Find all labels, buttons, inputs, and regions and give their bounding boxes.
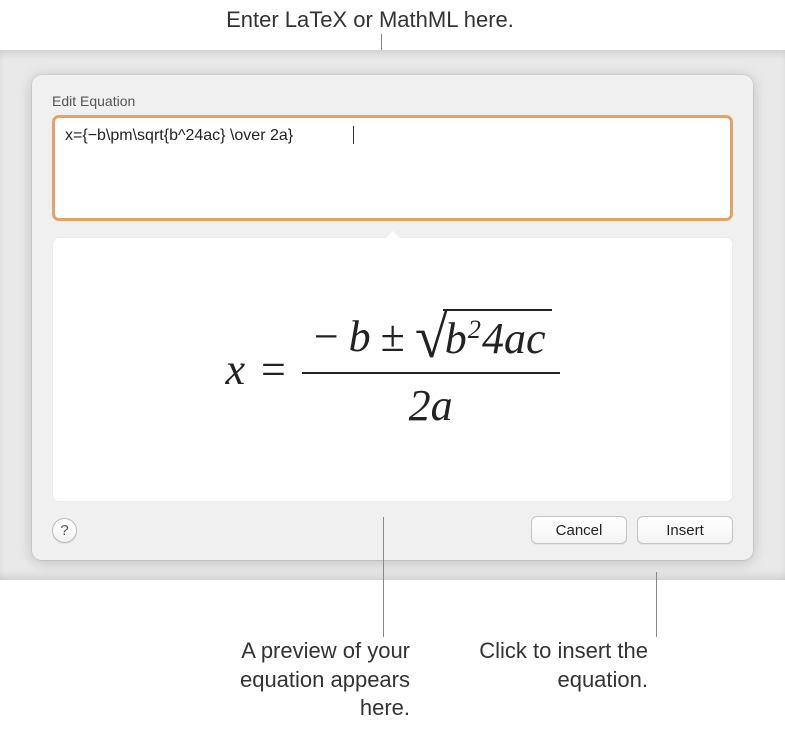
callout-line [656,572,657,637]
dialog-title: Edit Equation [52,93,733,109]
cancel-button[interactable]: Cancel [531,516,627,544]
square-root: √ b24ac [415,309,552,364]
edit-equation-dialog: Edit Equation x = −b ± √ b24ac [32,75,753,560]
minus-sign: − [314,311,339,362]
radicand: b24ac [443,309,552,364]
annotation-preview: A preview of your equation appears here. [210,637,410,723]
equation-lhs: x [225,344,245,395]
radical-icon: √ [415,316,448,358]
equation-input[interactable] [55,118,730,218]
dialog-footer: ? Cancel Insert [52,516,733,544]
var-b2: b [445,313,467,364]
denominator: 2a [401,374,461,433]
numerator: −b ± √ b24ac [302,307,560,374]
input-wrapper [52,115,733,221]
callout-line [383,517,384,637]
help-button[interactable]: ? [52,518,77,543]
var-b: b [349,311,371,362]
text-cursor [353,126,354,144]
fraction: −b ± √ b24ac 2a [302,307,560,433]
annotation-top: Enter LaTeX or MathML here. [210,6,530,35]
term-4ac: 4ac [482,313,546,364]
equation-preview: x = −b ± √ b24ac 2a [52,237,733,502]
preview-notch-icon [386,231,400,238]
plus-minus-sign: ± [381,311,405,362]
insert-button[interactable]: Insert [637,516,733,544]
annotation-insert: Click to insert the equation. [448,637,648,694]
exponent-2: 2 [468,314,481,345]
equals-sign: = [261,344,286,395]
rendered-equation: x = −b ± √ b24ac 2a [225,307,559,433]
